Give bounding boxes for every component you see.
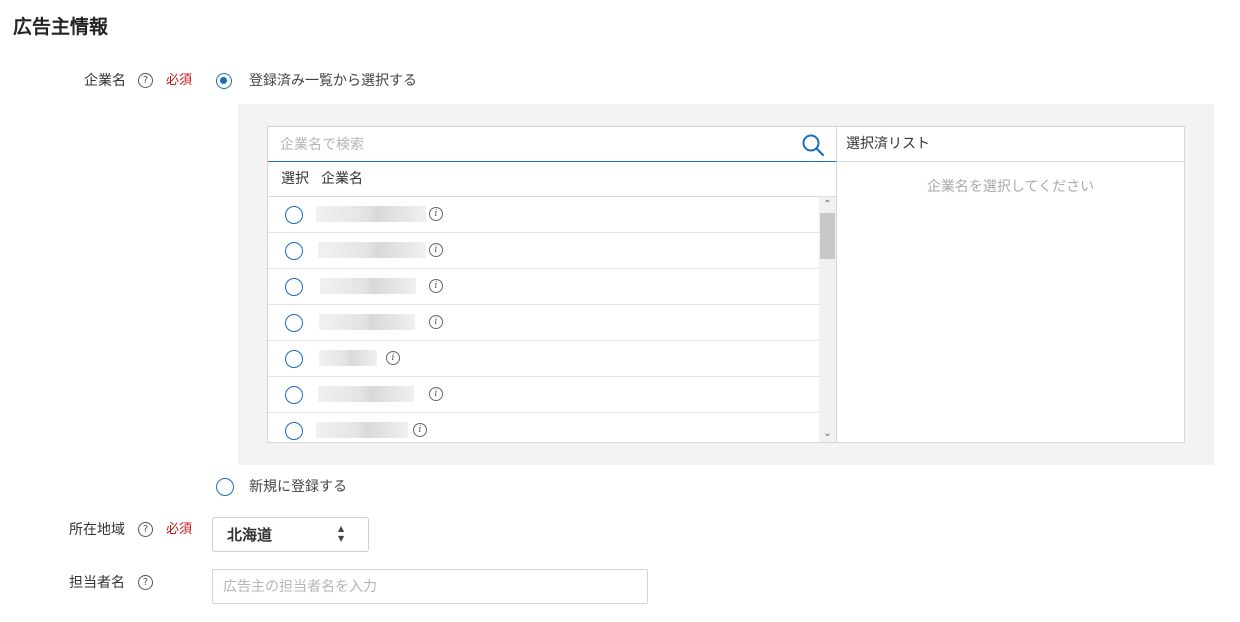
table-row[interactable]: i (268, 413, 819, 442)
company-name-redacted (319, 350, 377, 366)
contact-help-icon[interactable]: ? (138, 575, 153, 590)
info-icon[interactable]: i (429, 315, 443, 329)
info-icon[interactable]: i (429, 207, 443, 221)
company-name-redacted (316, 206, 426, 222)
column-header-company: 企業名 (321, 171, 363, 187)
scroll-thumb[interactable] (820, 213, 835, 259)
contact-label: 担当者名 (69, 575, 125, 591)
table-row[interactable]: i (268, 341, 819, 377)
info-icon[interactable]: i (429, 279, 443, 293)
company-name-redacted (318, 242, 426, 258)
company-list-box: 選択 企業名 i i i i i (267, 126, 837, 443)
radio-existing-company[interactable] (216, 73, 232, 89)
region-required-badge: 必須 (166, 522, 193, 537)
contact-name-input[interactable] (212, 569, 648, 604)
row-radio[interactable] (285, 206, 303, 224)
section-title: 広告主情報 (13, 16, 109, 38)
company-name-redacted (319, 314, 415, 330)
list-scrollbar[interactable]: ⌃ ⌄ (819, 197, 836, 442)
table-row[interactable]: i (268, 377, 819, 413)
row-radio[interactable] (285, 242, 303, 260)
company-name-redacted (320, 278, 416, 294)
radio-new-company-label[interactable]: 新規に登録する (249, 477, 347, 497)
company-label: 企業名 (84, 73, 126, 89)
info-icon[interactable]: i (413, 423, 427, 437)
selected-empty-message: 企業名を選択してください (926, 179, 1095, 195)
row-radio[interactable] (285, 422, 303, 440)
row-radio[interactable] (285, 314, 303, 332)
company-name-redacted (316, 422, 408, 438)
region-select-value: 北海道 (227, 526, 273, 544)
info-icon[interactable]: i (429, 387, 443, 401)
region-select[interactable]: 北海道 ▲ ▼ (212, 517, 369, 552)
row-radio[interactable] (285, 350, 303, 368)
radio-new-company[interactable] (216, 478, 234, 496)
selected-list-header: 選択済リスト (846, 136, 930, 152)
table-row[interactable]: i (268, 197, 819, 233)
row-radio[interactable] (285, 278, 303, 296)
region-help-icon[interactable]: ? (138, 522, 153, 537)
company-required-badge: 必須 (166, 73, 193, 88)
info-icon[interactable]: i (386, 351, 400, 365)
column-header-select: 選択 (281, 171, 309, 187)
updown-arrows-icon: ▲ ▼ (338, 524, 345, 543)
scroll-down-icon[interactable]: ⌄ (819, 427, 836, 441)
company-help-icon[interactable]: ? (138, 73, 153, 88)
info-icon[interactable]: i (429, 243, 443, 257)
radio-existing-company-label[interactable]: 登録済み一覧から選択する (249, 71, 417, 91)
company-list: i i i i i i i (268, 197, 819, 442)
table-row[interactable]: i (268, 269, 819, 305)
table-row[interactable]: i (268, 233, 819, 269)
selected-list-box: 選択済リスト 企業名を選択してください (836, 126, 1185, 443)
search-underline (268, 161, 836, 162)
region-label: 所在地域 (69, 522, 125, 538)
company-search-input[interactable] (280, 134, 780, 156)
row-radio[interactable] (285, 386, 303, 404)
scroll-up-icon[interactable]: ⌃ (819, 198, 836, 212)
table-row[interactable]: i (268, 305, 819, 341)
selected-header-divider (837, 161, 1184, 162)
search-icon[interactable] (801, 133, 827, 157)
company-name-redacted (318, 386, 414, 402)
